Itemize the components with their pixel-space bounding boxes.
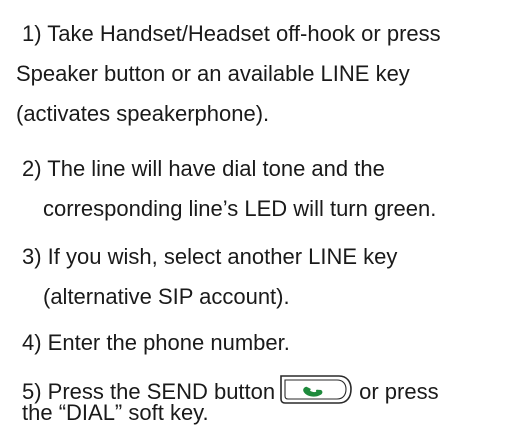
step-2-line-1: 2) The line will have dial tone and the <box>22 156 385 181</box>
step-2-line-2: corresponding line’s LED will turn green… <box>43 196 437 221</box>
step-3-line-1: 3) If you wish, select another LINE key <box>22 244 398 269</box>
step-1-line-2: Speaker button or an available LINE key <box>16 61 410 86</box>
step-1-line-1: 1) Take Handset/Headset off-hook or pres… <box>22 21 441 46</box>
send-handset-icon <box>279 372 353 406</box>
step-1-line-3: (activates speakerphone). <box>16 101 270 126</box>
step-4-line-1: 4) Enter the phone number. <box>22 330 290 355</box>
step-5-line-2: the “DIAL” soft key. <box>22 400 209 425</box>
instructions-document: 1) Take Handset/Headset off-hook or pres… <box>0 0 530 438</box>
step-3-line-2: (alternative SIP account). <box>43 284 290 309</box>
step-5-text-after: or press <box>359 378 439 404</box>
